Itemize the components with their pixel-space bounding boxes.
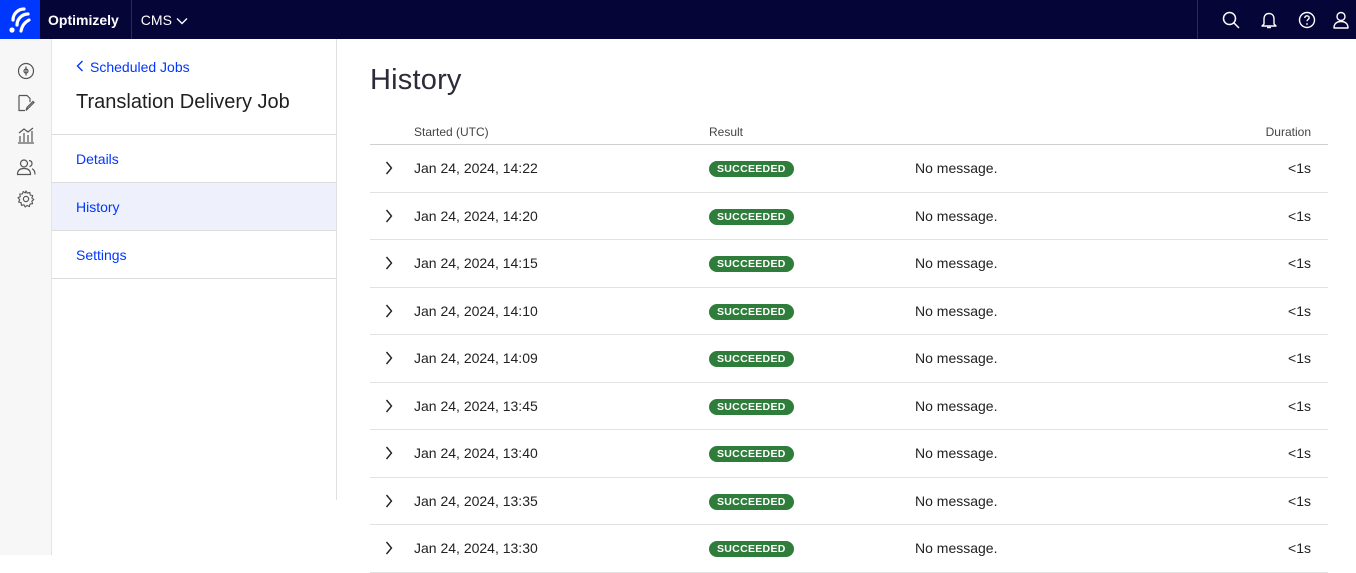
message-cell: No message. [915,492,998,509]
duration-cell: <1s [1288,397,1311,414]
topbar-actions [1197,0,1356,39]
subnav-item-details[interactable]: Details [52,135,336,183]
chevron-left-icon [76,59,84,75]
started-cell: Jan 24, 2024, 13:40 [414,445,538,461]
duration-cell: <1s [1288,255,1311,271]
topbar-divider [130,0,132,39]
status-badge: SUCCEEDED [709,493,794,510]
gear-icon[interactable] [0,183,52,215]
message-cell: No message. [915,350,998,366]
chevron-right-icon[interactable] [382,207,396,225]
status-badge: SUCCEEDED [709,446,794,462]
page-title: History [370,64,462,96]
started-cell: Jan 24, 2024, 14:20 [414,207,538,224]
started-cell: Jan 24, 2024, 14:15 [414,255,538,271]
chevron-down-icon [176,12,188,28]
chevron-right-icon[interactable] [382,349,396,367]
duration-cell: <1s [1288,207,1311,224]
chevron-right-icon[interactable] [382,397,396,415]
duration-cell: <1s [1288,350,1311,366]
table-header: Started (UTC) Result Duration [370,123,1328,145]
table-row[interactable]: Jan 24, 2024, 13:35 SUCCEEDED No message. <… [370,478,1328,525]
started-cell: Jan 24, 2024, 14:22 [414,160,538,176]
started-cell: Jan 24, 2024, 14:09 [414,350,538,366]
status-badge: SUCCEEDED [709,303,794,320]
status-badge: SUCCEEDED [709,398,794,415]
bell-icon[interactable] [1250,0,1288,39]
message-cell: No message. [915,540,998,556]
topbar-divider [1197,0,1198,39]
subnav-item-history[interactable]: History [52,183,336,231]
help-icon[interactable] [1288,0,1326,39]
message-cell: No message. [915,397,998,414]
brand-logo[interactable]: Optimizely [0,0,131,39]
started-cell: Jan 24, 2024, 13:35 [414,492,538,509]
duration-cell: <1s [1288,160,1311,176]
column-header-result: Result [709,125,744,139]
table-row[interactable]: Jan 24, 2024, 14:22 SUCCEEDED No message. <… [370,145,1328,193]
status-badge: SUCCEEDED [709,208,794,225]
message-cell: No message. [915,302,998,319]
status-badge: SUCCEEDED [709,256,794,272]
started-cell: Jan 24, 2024, 13:30 [414,540,538,556]
left-nav [0,39,52,555]
duration-cell: <1s [1288,302,1311,319]
status-badge: SUCCEEDED [709,161,794,177]
job-subnav: Scheduled Jobs Translation Delivery Job … [52,39,337,500]
chevron-right-icon[interactable] [382,159,396,177]
table-row[interactable]: Jan 24, 2024, 13:45 SUCCEEDED No message. <… [370,383,1328,430]
chevron-right-icon[interactable] [382,539,396,557]
search-icon[interactable] [1212,0,1250,39]
started-cell: Jan 24, 2024, 14:10 [414,302,538,319]
chevron-right-icon[interactable] [382,302,396,320]
chevron-right-icon[interactable] [382,254,396,272]
top-bar: Optimizely CMS [0,0,1356,39]
duration-cell: <1s [1288,492,1311,509]
table-row[interactable]: Jan 24, 2024, 13:30 SUCCEEDED No message. <… [370,525,1328,573]
column-header-duration: Duration [1265,125,1311,139]
table-row[interactable]: Jan 24, 2024, 14:09 SUCCEEDED No message. <… [370,335,1328,383]
table-row[interactable]: Jan 24, 2024, 14:10 SUCCEEDED No message. <… [370,288,1328,335]
back-link-label: Scheduled Jobs [90,59,190,75]
product-label: CMS [140,11,172,28]
history-table: Started (UTC) Result Duration Jan 24, 20… [370,123,1328,573]
optimizely-logo-icon [0,0,40,39]
table-body: Jan 24, 2024, 14:22 SUCCEEDED No message. <… [370,145,1328,573]
started-cell: Jan 24, 2024, 13:45 [414,397,538,414]
back-to-scheduled-jobs-link[interactable]: Scheduled Jobs [76,59,190,75]
status-badge: SUCCEEDED [709,351,794,367]
users-icon[interactable] [0,151,52,183]
duration-cell: <1s [1288,540,1311,556]
column-header-started: Started (UTC) [414,125,489,139]
product-switcher[interactable]: CMS [141,12,188,28]
user-icon[interactable] [1326,0,1356,39]
edit-document-icon[interactable] [0,87,52,119]
message-cell: No message. [915,207,998,224]
table-row[interactable]: Jan 24, 2024, 13:40 SUCCEEDED No message. <… [370,430,1328,478]
message-cell: No message. [915,160,998,176]
job-title: Translation Delivery Job [76,91,290,113]
chevron-right-icon[interactable] [382,444,396,462]
message-cell: No message. [915,445,998,461]
chevron-right-icon[interactable] [382,492,396,510]
analytics-icon[interactable] [0,119,52,151]
table-row[interactable]: Jan 24, 2024, 14:20 SUCCEEDED No message. <… [370,193,1328,240]
compass-icon[interactable] [0,55,52,87]
table-row[interactable]: Jan 24, 2024, 14:15 SUCCEEDED No message. <… [370,240,1328,288]
duration-cell: <1s [1288,445,1311,461]
subnav-list: Details History Settings [52,134,336,279]
message-cell: No message. [915,255,998,271]
brand-name: Optimizely [48,11,119,28]
subnav-item-settings[interactable]: Settings [52,231,336,279]
